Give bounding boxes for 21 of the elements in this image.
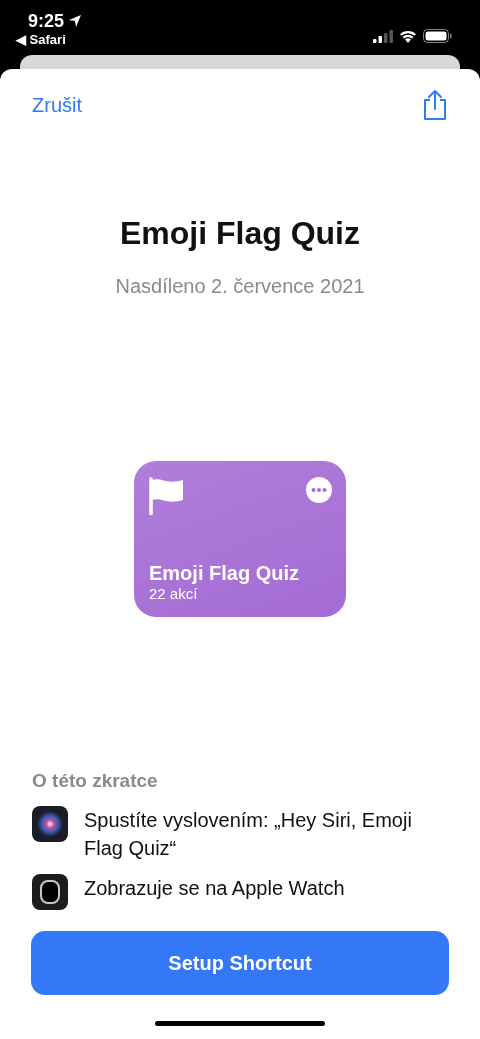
flag-icon — [149, 477, 185, 515]
shortcut-name: Emoji Flag Quiz — [149, 561, 300, 585]
cancel-button[interactable]: Zrušit — [32, 90, 82, 120]
info-text: Spustíte vyslovením: „Hey Siri, Emoji Flag Quiz“ — [84, 807, 413, 861]
setup-shortcut-button[interactable]: Setup Shortcut — [31, 931, 449, 995]
location-arrow-icon — [68, 14, 83, 28]
battery-icon — [423, 29, 452, 43]
info-text: Zobrazuje se na Apple Watch — [84, 875, 345, 901]
share-icon[interactable] — [422, 89, 448, 121]
wifi-icon — [399, 29, 417, 43]
action-count: 22 akcí — [149, 585, 199, 603]
shared-date: Nasdíleno 2. července 2021 — [114, 274, 366, 299]
section-heading: O této zkratce — [32, 769, 159, 793]
watch-icon — [32, 873, 68, 910]
back-to-app-link[interactable]: ◀ Safari — [16, 32, 83, 48]
clock-time: 9:25 — [28, 10, 65, 32]
more-options-icon[interactable] — [306, 477, 332, 503]
shortcut-title: Emoji Flag Quiz — [119, 214, 361, 253]
cellular-signal-icon — [373, 29, 393, 43]
shortcut-card[interactable]: Emoji Flag Quiz 22 akcí — [134, 461, 346, 617]
siri-icon — [32, 805, 68, 842]
